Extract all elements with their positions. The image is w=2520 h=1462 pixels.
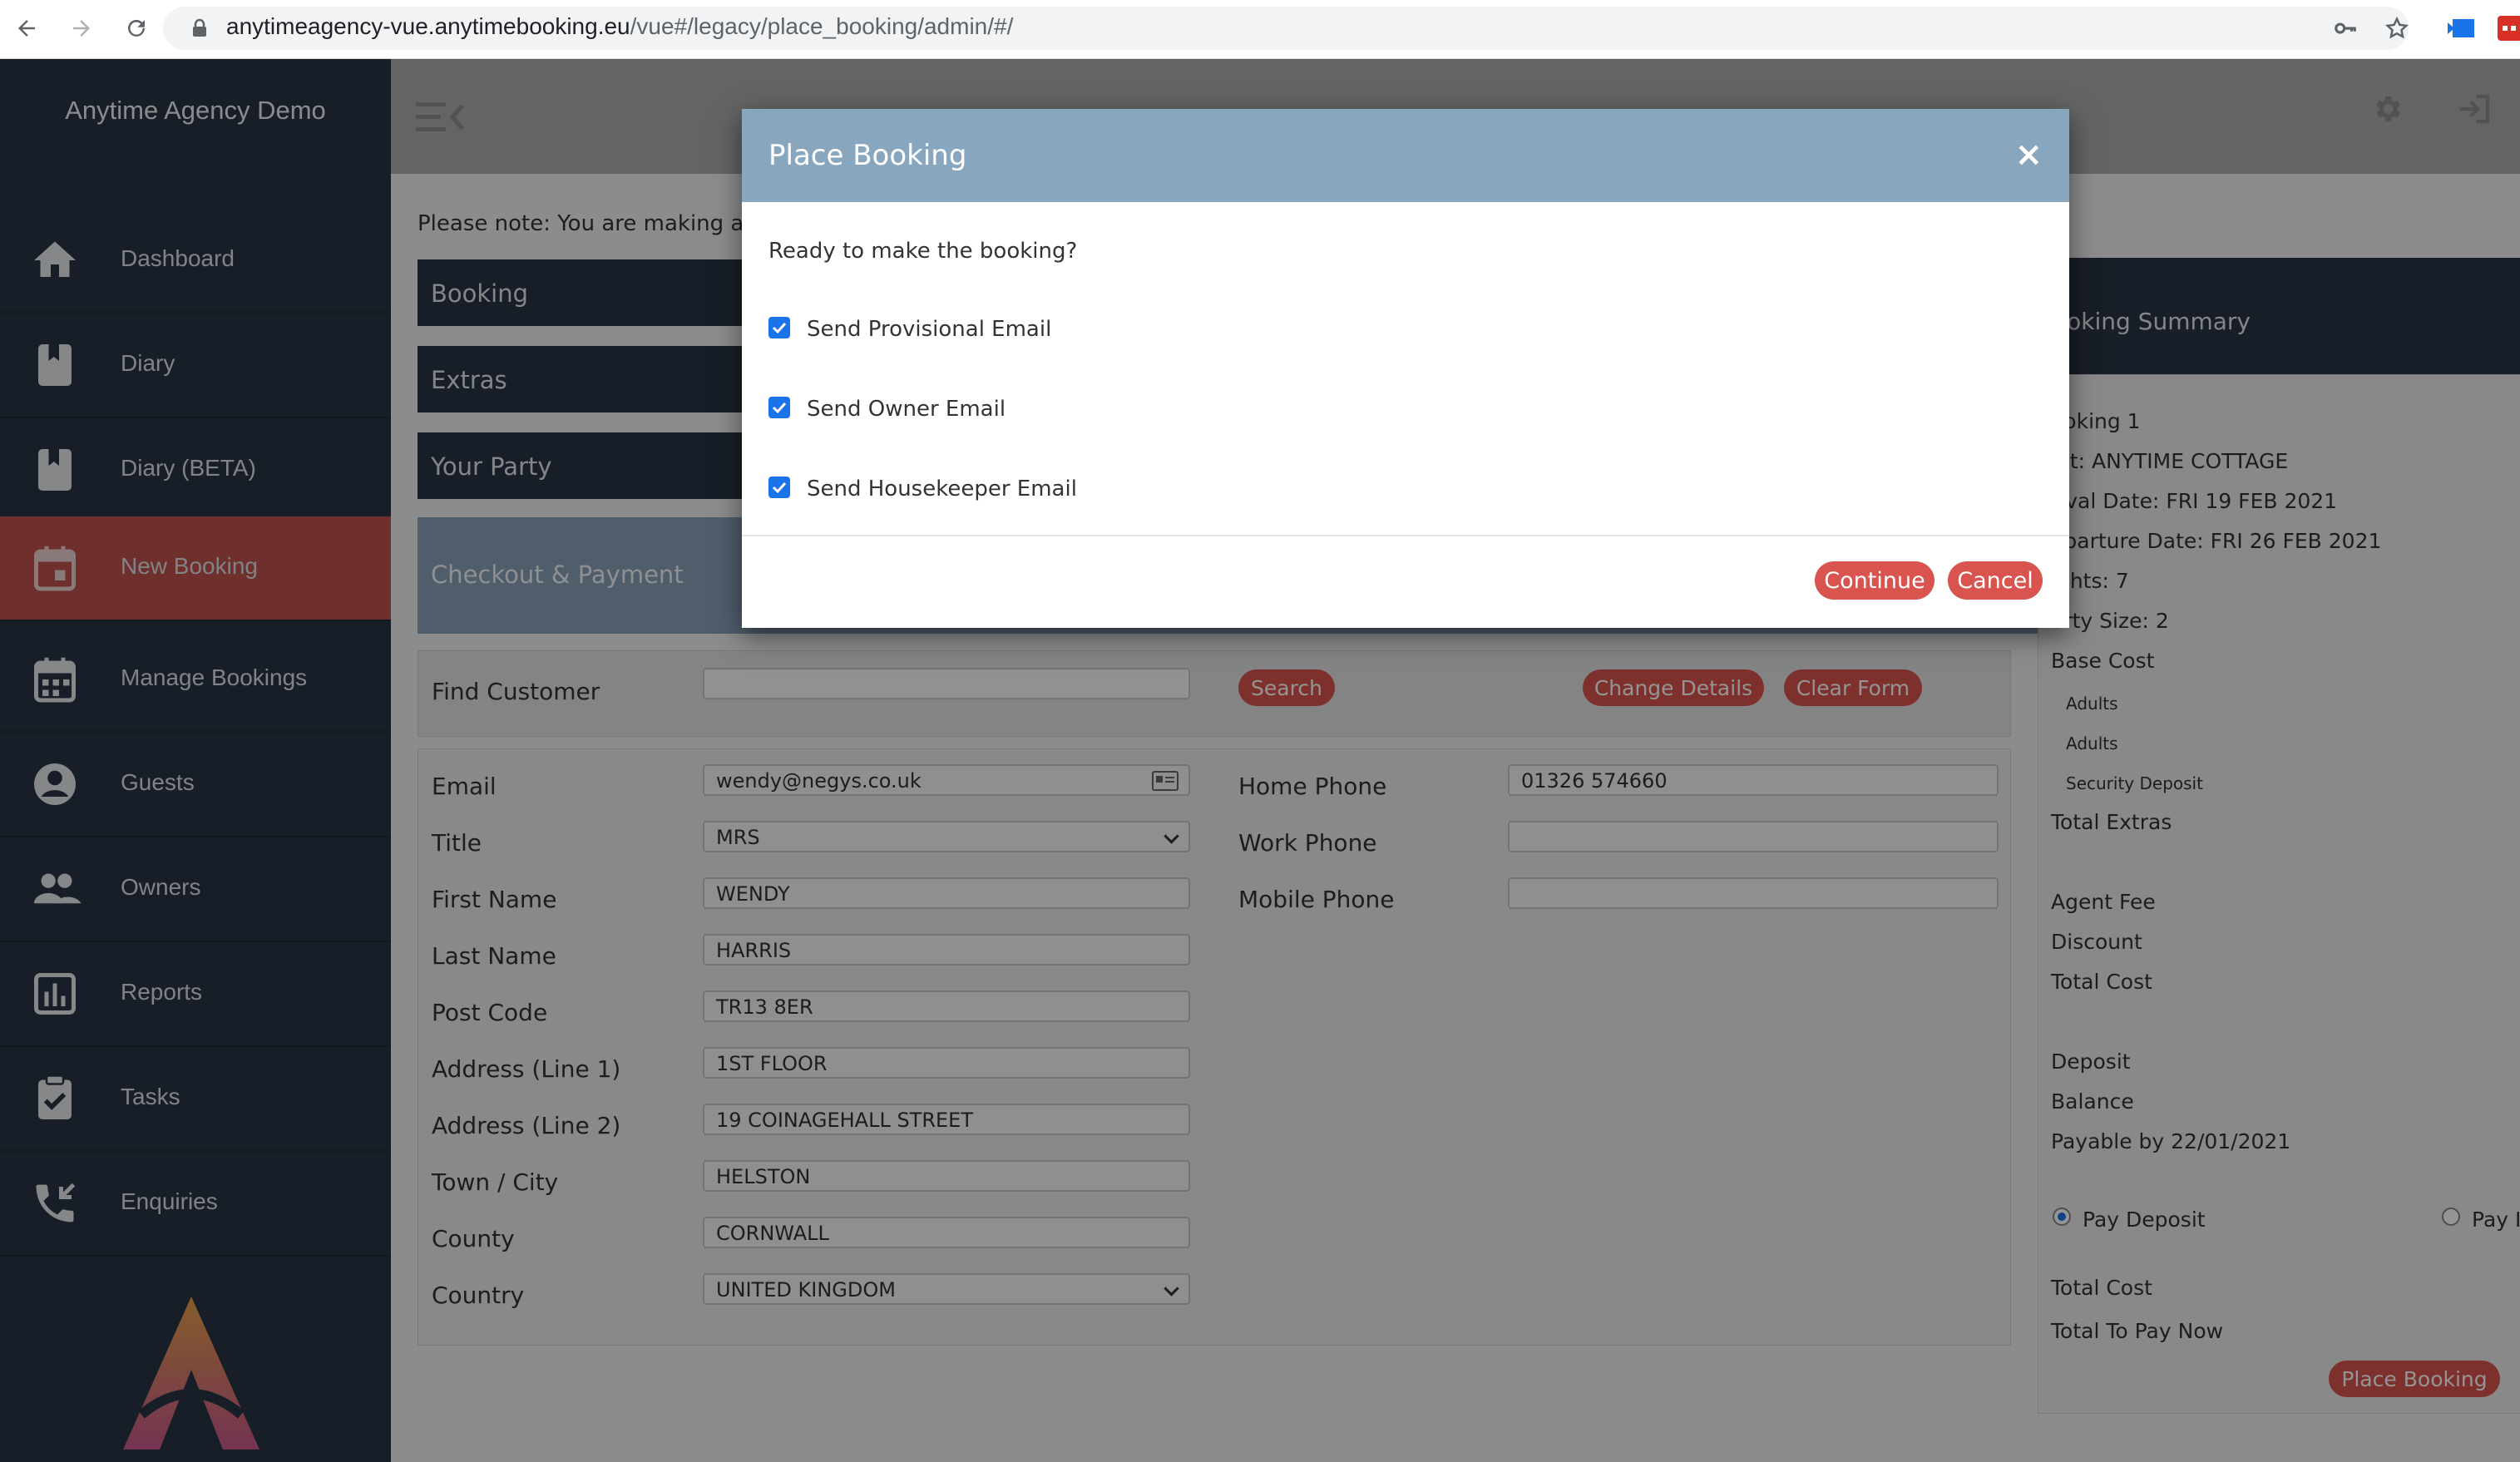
owner-email-label: Send Owner Email: [807, 397, 1006, 422]
provisional-email-label: Send Provisional Email: [807, 317, 1052, 342]
continue-button[interactable]: Continue: [1815, 561, 1934, 600]
back-arrow-icon[interactable]: [10, 12, 43, 45]
place-booking-modal: Place Booking × Ready to make the bookin…: [742, 109, 2069, 628]
extension-red-icon[interactable]: [2492, 12, 2520, 45]
star-icon[interactable]: [2380, 12, 2414, 45]
modal-question: Ready to make the booking?: [768, 239, 1078, 264]
cancel-button[interactable]: Cancel: [1948, 561, 2043, 600]
browser-chrome: anytimeagency-vue.anytimebooking.eu/vue#…: [0, 0, 2520, 59]
close-icon[interactable]: ×: [2014, 134, 2043, 175]
url-domain: anytimeagency-vue.anytimebooking.eu: [226, 13, 630, 39]
forward-arrow-icon[interactable]: [65, 12, 98, 45]
extension-icon[interactable]: [2445, 12, 2478, 45]
lock-icon: [191, 18, 208, 42]
key-icon[interactable]: [2329, 12, 2362, 45]
reload-icon[interactable]: [120, 12, 153, 45]
url-text: anytimeagency-vue.anytimebooking.eu/vue#…: [226, 13, 1013, 40]
modal-header: Place Booking ×: [742, 109, 2069, 202]
modal-title: Place Booking: [768, 139, 967, 172]
provisional-email-checkbox[interactable]: [768, 317, 790, 338]
housekeeper-email-checkbox[interactable]: [768, 477, 790, 498]
url-path: /vue#/legacy/place_booking/admin/#/: [630, 13, 1014, 39]
owner-email-checkbox[interactable]: [768, 397, 790, 418]
housekeeper-email-label: Send Housekeeper Email: [807, 477, 1077, 501]
modal-divider: [742, 535, 2069, 536]
